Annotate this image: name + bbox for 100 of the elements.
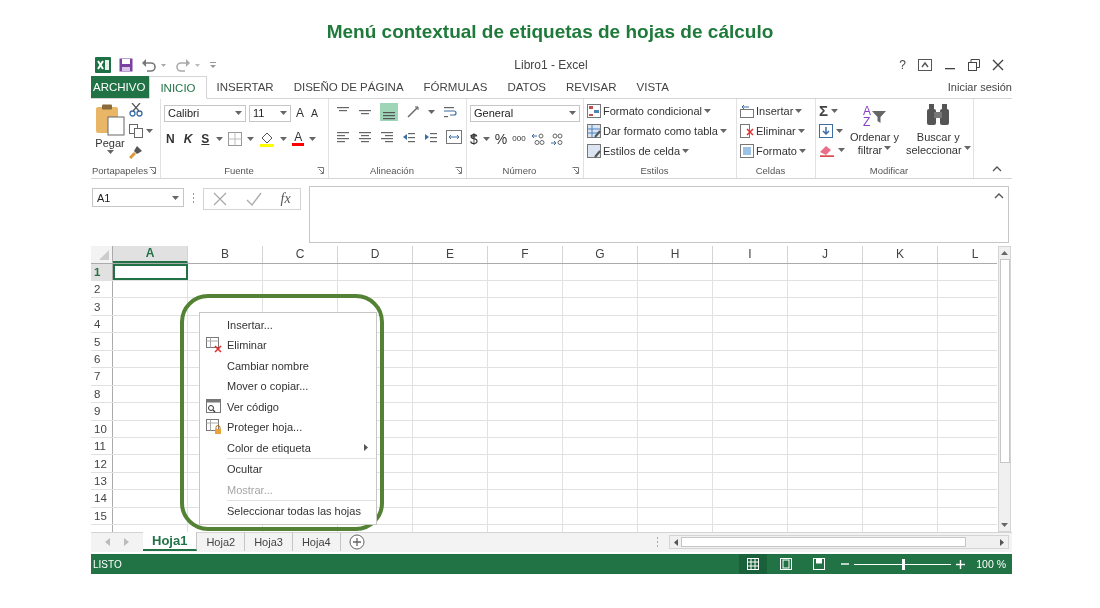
ribbon-tab[interactable]: DISEÑO DE PÁGINA bbox=[283, 76, 414, 98]
menu-item[interactable]: Ocultar bbox=[200, 459, 376, 480]
expand-caret-icon[interactable] bbox=[994, 193, 1004, 200]
ribbon-tab[interactable]: VISTA bbox=[626, 76, 679, 98]
dropdown-arrow-icon[interactable] bbox=[704, 109, 712, 114]
styles-menu-button[interactable]: Dar formato como tabla bbox=[587, 122, 727, 140]
save-icon[interactable] bbox=[119, 58, 133, 73]
italic-button[interactable]: K bbox=[181, 131, 195, 146]
menu-item[interactable]: Eliminar bbox=[200, 335, 376, 356]
percent-button[interactable]: % bbox=[494, 130, 508, 147]
decrease-decimal-icon[interactable] bbox=[549, 131, 564, 146]
dialog-launcher-icon[interactable] bbox=[572, 167, 579, 175]
row-header[interactable]: 4 bbox=[91, 315, 113, 333]
file-tab[interactable]: ARCHIVO bbox=[91, 76, 150, 98]
fill-down-icon[interactable] bbox=[819, 123, 833, 138]
menu-item[interactable]: Mover o copiar... bbox=[200, 376, 376, 397]
dialog-launcher-icon[interactable] bbox=[317, 167, 324, 175]
autosum-button[interactable]: Σ bbox=[819, 102, 828, 119]
horizontal-scrollbar[interactable] bbox=[669, 535, 1009, 550]
dropdown-arrow-icon[interactable] bbox=[963, 146, 971, 151]
sheet-tab[interactable]: Hoja3 bbox=[245, 532, 293, 552]
collapse-ribbon-icon[interactable] bbox=[992, 166, 1002, 173]
dropdown-arrow-icon[interactable] bbox=[884, 146, 892, 151]
dropdown-arrow-icon[interactable] bbox=[309, 136, 317, 141]
row-header[interactable]: 14 bbox=[91, 490, 113, 507]
borders-icon[interactable] bbox=[228, 131, 243, 146]
scroll-thumb[interactable] bbox=[999, 258, 1010, 463]
dropdown-arrow-icon[interactable] bbox=[247, 136, 255, 141]
font-color-button[interactable]: A bbox=[292, 131, 305, 147]
dropdown-arrow-icon[interactable] bbox=[795, 109, 803, 114]
ribbon-tab[interactable]: DATOS bbox=[497, 76, 557, 98]
scroll-thumb[interactable] bbox=[681, 537, 966, 548]
column-header[interactable]: A bbox=[113, 245, 188, 263]
styles-menu-button[interactable]: Formato condicional bbox=[587, 102, 727, 120]
underline-button[interactable]: S bbox=[199, 131, 212, 146]
dropdown-arrow-icon[interactable] bbox=[146, 128, 153, 133]
font-size-field[interactable]: 11 bbox=[249, 104, 291, 122]
scissors-icon[interactable] bbox=[129, 102, 143, 117]
dropdown-arrow-icon[interactable] bbox=[836, 128, 843, 133]
menu-item[interactable]: Insertar... bbox=[200, 314, 376, 336]
restore-icon[interactable] bbox=[968, 59, 980, 72]
sheet-tab[interactable]: Hoja1 bbox=[143, 532, 198, 552]
sign-in-link[interactable]: Iniciar sesión bbox=[947, 76, 1012, 98]
zoom-level[interactable]: 100 % bbox=[968, 558, 1012, 570]
menu-item[interactable]: Proteger hoja... bbox=[200, 417, 376, 438]
row-header[interactable]: 2 bbox=[91, 281, 113, 298]
ribbon-tab[interactable]: REVISAR bbox=[556, 76, 627, 98]
dialog-launcher-icon[interactable] bbox=[149, 167, 156, 175]
enter-check-icon[interactable] bbox=[245, 192, 262, 207]
dropdown-arrow-icon[interactable] bbox=[682, 149, 690, 154]
row-header[interactable]: 3 bbox=[91, 298, 113, 315]
scroll-down-icon[interactable] bbox=[1001, 522, 1008, 527]
dropdown-arrow-icon[interactable] bbox=[172, 195, 179, 200]
row-header[interactable]: 6 bbox=[91, 350, 113, 368]
menu-item[interactable]: Cambiar nombre bbox=[200, 355, 376, 377]
cells-menu-button[interactable]: Formato bbox=[740, 142, 806, 160]
undo-icon[interactable] bbox=[141, 58, 167, 73]
zoom-in-icon[interactable] bbox=[956, 559, 966, 569]
sort-filter-button[interactable]: A Z Ordenar y filtrar bbox=[848, 102, 901, 163]
ribbon-tab[interactable]: INICIO bbox=[149, 76, 207, 99]
paste-button[interactable]: Pegar bbox=[94, 102, 126, 163]
zoom-out-icon[interactable] bbox=[841, 560, 850, 568]
menu-item[interactable]: Ver código bbox=[200, 396, 376, 418]
scroll-left-icon[interactable] bbox=[674, 538, 678, 546]
orientation-icon[interactable] bbox=[406, 104, 420, 119]
row-header[interactable]: 8 bbox=[91, 385, 113, 403]
new-sheet-icon[interactable] bbox=[348, 534, 365, 551]
styles-menu-button[interactable]: Estilos de celda bbox=[587, 142, 727, 160]
dropdown-arrow-icon[interactable] bbox=[428, 109, 435, 114]
dropdown-arrow-icon[interactable] bbox=[106, 149, 114, 154]
dropdown-arrow-icon[interactable] bbox=[798, 149, 806, 154]
dropdown-arrow-icon[interactable] bbox=[280, 111, 287, 116]
thousands-button[interactable]: 000 bbox=[512, 134, 526, 144]
row-header[interactable]: 10 bbox=[91, 420, 113, 437]
dropdown-arrow-icon[interactable] bbox=[280, 136, 288, 141]
cells-menu-button[interactable]: Insertar bbox=[740, 102, 806, 120]
dropdown-arrow-icon[interactable] bbox=[719, 129, 727, 134]
align-right-icon[interactable] bbox=[380, 129, 394, 144]
ribbon-tab[interactable]: INSERTAR bbox=[206, 76, 284, 98]
wrap-text-icon[interactable] bbox=[443, 104, 457, 119]
dropdown-arrow-icon[interactable] bbox=[797, 129, 805, 134]
font-name-field[interactable]: Calibri bbox=[164, 104, 246, 122]
bottom-align-icon[interactable] bbox=[380, 102, 398, 121]
merge-center-icon[interactable] bbox=[446, 129, 462, 144]
scroll-up-icon[interactable] bbox=[1001, 250, 1008, 255]
row-header[interactable]: 15 bbox=[91, 507, 113, 525]
dropdown-arrow-icon[interactable] bbox=[569, 111, 576, 116]
menu-item[interactable]: Seleccionar todas las hojas bbox=[200, 501, 376, 522]
dropdown-arrow-icon[interactable] bbox=[235, 111, 242, 116]
row-header[interactable]: 9 bbox=[91, 403, 113, 420]
align-left-icon[interactable] bbox=[336, 129, 350, 144]
align-center-icon[interactable] bbox=[358, 129, 372, 144]
sheet-tab[interactable]: Hoja4 bbox=[292, 532, 341, 552]
row-header[interactable]: 7 bbox=[91, 368, 113, 385]
copy-icon[interactable] bbox=[129, 123, 143, 138]
insert-function-button[interactable]: fx bbox=[280, 191, 291, 208]
dialog-launcher-icon[interactable] bbox=[455, 167, 462, 175]
formula-field[interactable] bbox=[309, 186, 1009, 244]
bold-button[interactable]: N bbox=[164, 131, 177, 146]
shrink-font-button[interactable]: A bbox=[309, 107, 321, 120]
